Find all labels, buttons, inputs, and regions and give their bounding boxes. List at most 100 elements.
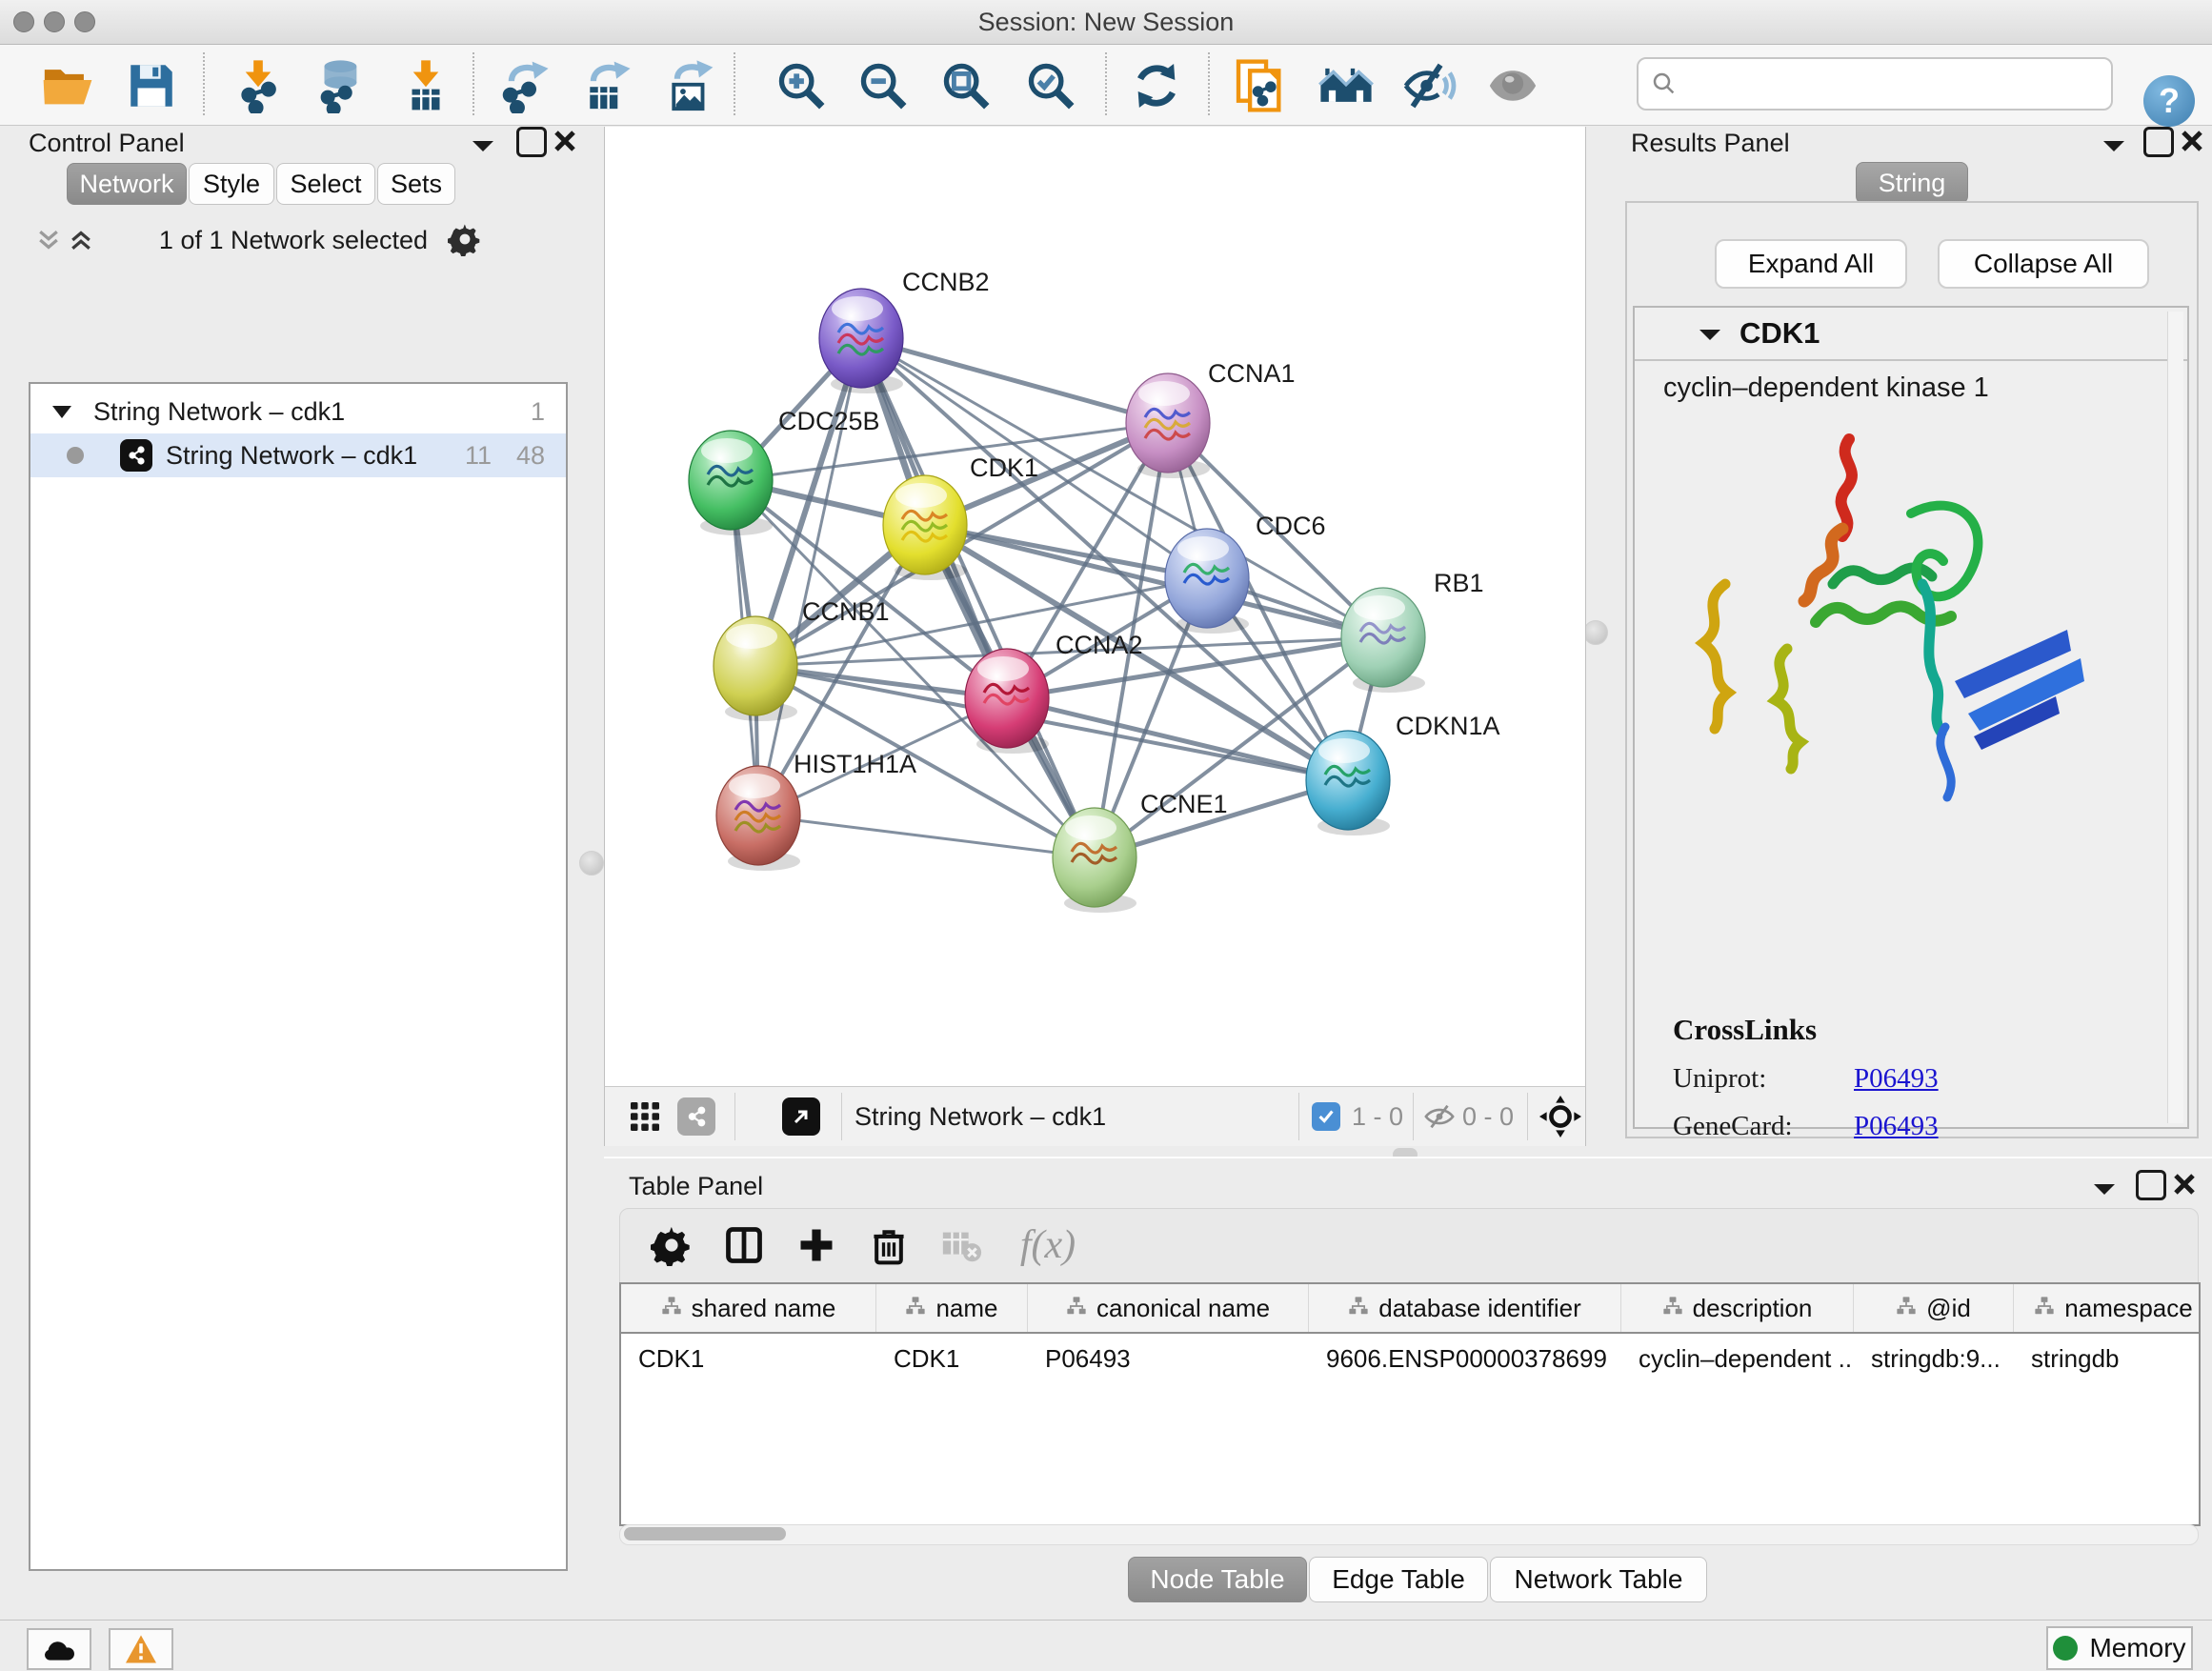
hide-selected-icon[interactable] bbox=[1399, 56, 1458, 115]
table-row[interactable]: CDK1CDK1P064939606.ENSP00000378699cyclin… bbox=[621, 1334, 2199, 1383]
tab-sets[interactable]: Sets bbox=[377, 163, 455, 205]
network-options-gear-icon[interactable] bbox=[448, 222, 482, 256]
edge-CCNB2-CCNE1[interactable] bbox=[861, 338, 1095, 857]
export-image-icon[interactable] bbox=[659, 56, 718, 115]
float-menu-icon[interactable] bbox=[471, 138, 495, 153]
network-label: String Network – cdk1 bbox=[166, 441, 417, 471]
network-collection-row[interactable]: String Network – cdk1 1 bbox=[30, 390, 566, 433]
close-panel-icon[interactable] bbox=[2172, 1172, 2197, 1197]
float-window-icon[interactable] bbox=[2136, 1170, 2166, 1200]
left-splitter-grip[interactable] bbox=[579, 851, 604, 876]
float-window-icon[interactable] bbox=[516, 127, 547, 157]
table-cell[interactable]: stringdb:9... bbox=[1854, 1334, 2014, 1383]
float-menu-icon[interactable] bbox=[2101, 138, 2126, 153]
warnings-button[interactable] bbox=[109, 1628, 173, 1670]
node-CCNB2[interactable]: CCNB2 bbox=[819, 268, 990, 393]
show-all-icon[interactable] bbox=[1483, 56, 1542, 115]
tab-string[interactable]: String bbox=[1856, 162, 1968, 204]
column-header-name[interactable]: name bbox=[876, 1284, 1028, 1332]
delete-column-trash-icon[interactable] bbox=[860, 1217, 917, 1274]
table-cell[interactable]: stringdb bbox=[2014, 1334, 2201, 1383]
export-network-icon[interactable] bbox=[493, 56, 553, 115]
float-menu-icon[interactable] bbox=[2092, 1181, 2117, 1197]
toolbar-separator bbox=[473, 52, 474, 115]
node-CCNE1[interactable]: CCNE1 bbox=[1053, 790, 1228, 913]
network-canvas[interactable]: CCNB2CCNA1CDC25BCDK1CDC6RB1CCNB1CCNA2CDK… bbox=[605, 127, 1585, 1086]
node-CDC25B[interactable]: CDC25B bbox=[689, 407, 880, 535]
fit-content-crosshair-icon[interactable] bbox=[1538, 1095, 1582, 1138]
tab-style[interactable]: Style bbox=[189, 163, 274, 205]
open-in-new-window-icon[interactable] bbox=[782, 1097, 820, 1136]
tab-network-table[interactable]: Network Table bbox=[1490, 1557, 1707, 1602]
column-header-canonical-name[interactable]: canonical name bbox=[1028, 1284, 1309, 1332]
node-CCNB1[interactable]: CCNB1 bbox=[714, 597, 890, 721]
crosslink-link[interactable]: P06493 bbox=[1854, 1111, 1939, 1142]
hidden-count: 0 - 0 bbox=[1462, 1087, 1514, 1146]
import-table-icon[interactable] bbox=[396, 56, 455, 115]
search-input[interactable] bbox=[1679, 64, 2111, 104]
import-network-from-database-icon[interactable] bbox=[309, 56, 368, 115]
refresh-icon[interactable] bbox=[1127, 56, 1186, 115]
results-scrollbar[interactable] bbox=[2167, 312, 2183, 1123]
node-CCNA1[interactable]: CCNA1 bbox=[1126, 359, 1296, 478]
network-edge-count: 48 bbox=[516, 441, 545, 471]
edge-CCNA2-CDKN1A[interactable] bbox=[1007, 698, 1348, 780]
column-header-database-identifier[interactable]: database identifier bbox=[1309, 1284, 1621, 1332]
help-icon[interactable]: ? bbox=[2143, 75, 2195, 127]
network-row-selected[interactable]: String Network – cdk1 11 48 bbox=[30, 433, 566, 477]
table-cell[interactable]: 9606.ENSP00000378699 bbox=[1309, 1334, 1621, 1383]
table-cell[interactable]: cyclin–dependent ... bbox=[1621, 1334, 1854, 1383]
table-cell[interactable]: P06493 bbox=[1028, 1334, 1309, 1383]
close-panel-icon[interactable] bbox=[553, 129, 577, 153]
collapse-all-button[interactable]: Collapse All bbox=[1938, 239, 2149, 289]
expand-all-button[interactable]: Expand All bbox=[1715, 239, 1907, 289]
crosslink-link[interactable]: P06493 bbox=[1854, 1063, 1939, 1095]
show-columns-icon[interactable] bbox=[715, 1217, 773, 1274]
string-view-icon[interactable] bbox=[677, 1097, 715, 1136]
right-splitter-grip[interactable] bbox=[1583, 620, 1608, 645]
zoom-fit-icon[interactable] bbox=[936, 56, 995, 115]
memory-button[interactable]: Memory bbox=[2046, 1626, 2193, 1670]
node-HIST1H1A[interactable]: HIST1H1A bbox=[716, 750, 916, 871]
column-header-label: canonical name bbox=[1096, 1294, 1270, 1323]
import-network-icon[interactable] bbox=[229, 56, 288, 115]
column-header-shared-name[interactable]: shared name bbox=[621, 1284, 876, 1332]
tab-edge-table[interactable]: Edge Table bbox=[1309, 1557, 1488, 1602]
zoom-selected-icon[interactable] bbox=[1021, 56, 1080, 115]
save-session-icon[interactable] bbox=[122, 56, 181, 115]
table-options-gear-icon[interactable] bbox=[643, 1217, 700, 1274]
selected-checkbox-icon[interactable] bbox=[1312, 1102, 1340, 1131]
node-RB1[interactable]: RB1 bbox=[1341, 569, 1484, 693]
add-column-icon[interactable] bbox=[788, 1217, 845, 1274]
export-table-icon[interactable] bbox=[575, 56, 634, 115]
table-cell[interactable]: CDK1 bbox=[621, 1334, 876, 1383]
table-cell[interactable]: CDK1 bbox=[876, 1334, 1028, 1383]
edge-CCNE1-HIST1H1A[interactable] bbox=[758, 815, 1095, 857]
scrollbar-thumb[interactable] bbox=[624, 1527, 786, 1540]
gene-section-header[interactable]: CDK1 bbox=[1635, 308, 2187, 361]
close-panel-icon[interactable] bbox=[2180, 129, 2204, 153]
float-window-icon[interactable] bbox=[2143, 127, 2174, 157]
expand-all-icon[interactable] bbox=[67, 226, 95, 254]
node-table[interactable]: shared namename canonical name database id… bbox=[619, 1282, 2201, 1526]
column-header-description[interactable]: description bbox=[1621, 1284, 1854, 1332]
tab-network[interactable]: Network bbox=[67, 163, 187, 205]
column-header--id[interactable]: @id bbox=[1854, 1284, 2014, 1332]
homes-icon[interactable] bbox=[1317, 56, 1376, 115]
cloud-status-button[interactable] bbox=[27, 1628, 91, 1670]
section-collapse-icon[interactable] bbox=[1698, 327, 1722, 342]
search-field[interactable] bbox=[1637, 57, 2113, 111]
hidden-eye-icon[interactable] bbox=[1422, 1100, 1457, 1133]
zoom-out-icon[interactable] bbox=[854, 56, 913, 115]
table-horizontal-scrollbar[interactable] bbox=[619, 1524, 2199, 1545]
zoom-in-icon[interactable] bbox=[772, 56, 831, 115]
share-document-icon[interactable] bbox=[1231, 56, 1290, 115]
open-session-icon[interactable] bbox=[38, 56, 97, 115]
collapse-all-icon[interactable] bbox=[34, 226, 63, 254]
grid-view-icon[interactable] bbox=[628, 1099, 662, 1134]
tab-node-table[interactable]: Node Table bbox=[1128, 1557, 1307, 1602]
tab-select[interactable]: Select bbox=[276, 163, 375, 205]
tree-expand-icon[interactable] bbox=[51, 404, 72, 419]
column-header-namespace[interactable]: namespace bbox=[2014, 1284, 2201, 1332]
node-CDKN1A[interactable]: CDKN1A bbox=[1306, 712, 1500, 836]
